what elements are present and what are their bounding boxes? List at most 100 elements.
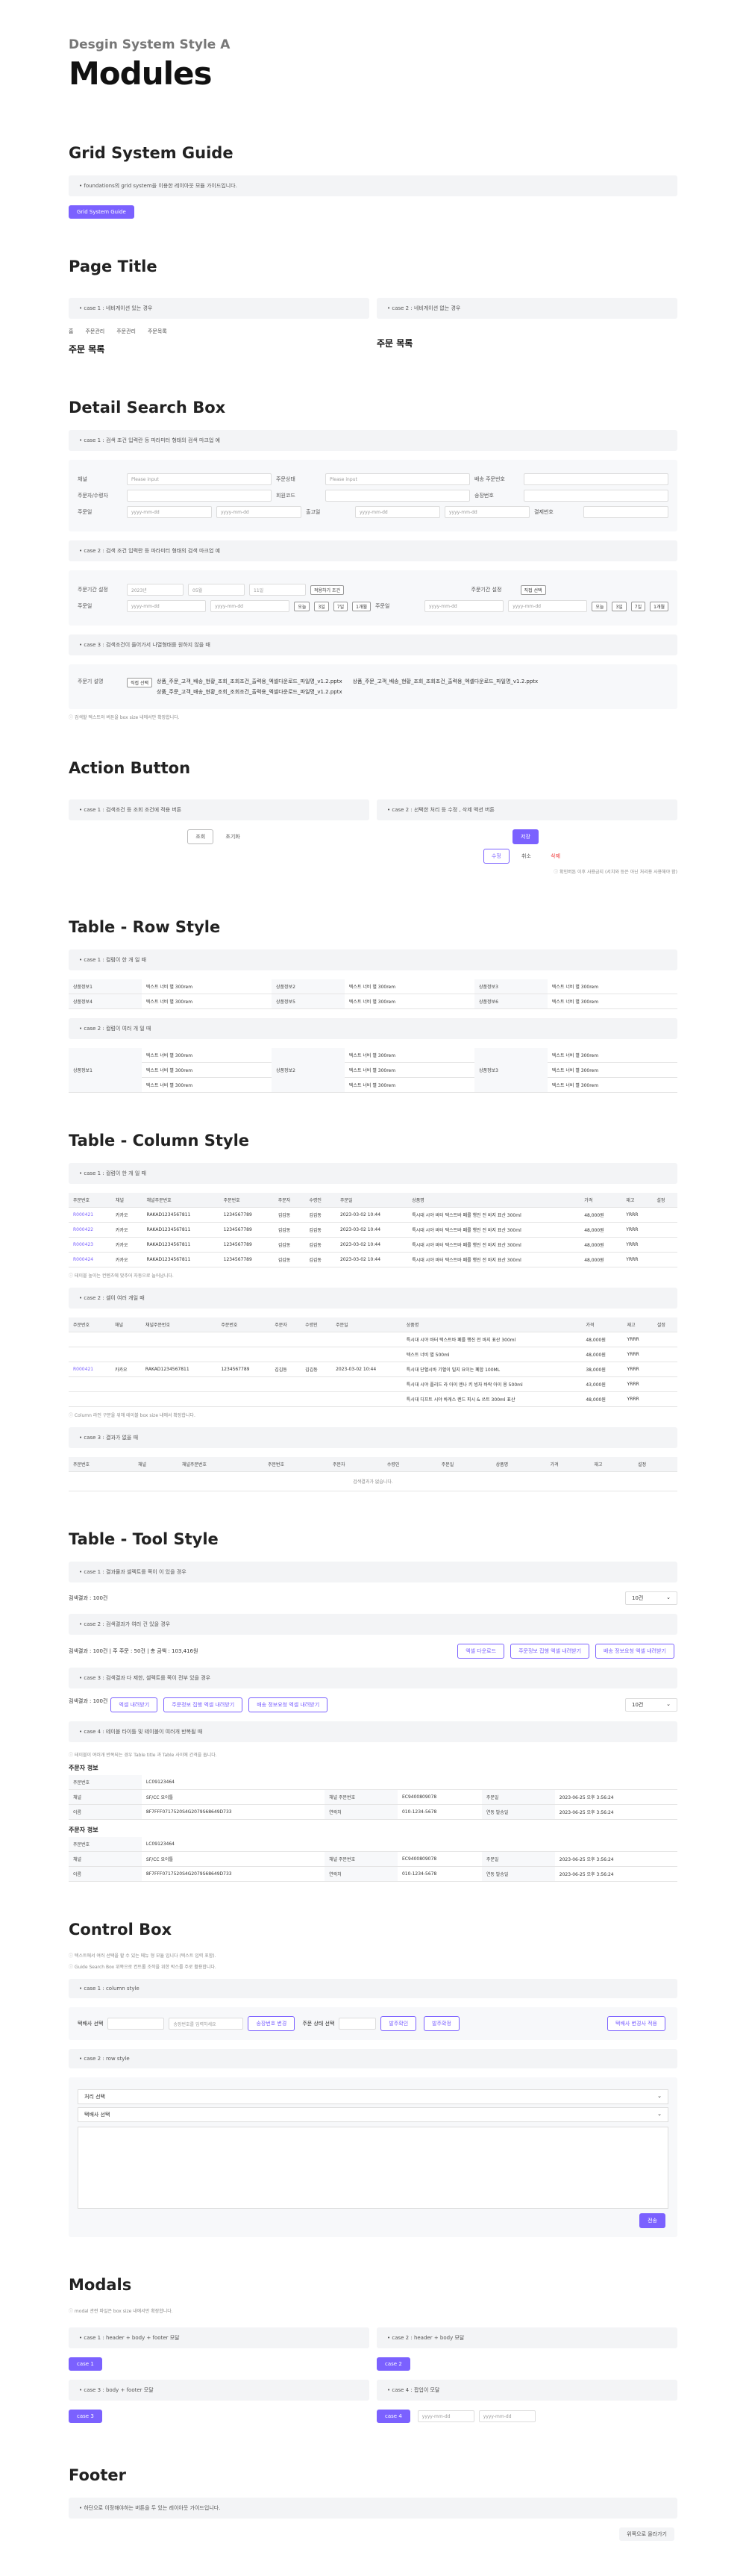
direct-check[interactable]: 직접 선택 — [520, 584, 546, 595]
payment-input[interactable] — [583, 506, 668, 518]
date-input[interactable]: yyyy-mm-dd — [417, 2410, 474, 2422]
courier-select[interactable]: 택배사 선택 ⌄ — [78, 2107, 668, 2122]
row-label: 상품정보5 — [272, 994, 345, 1009]
process-select[interactable]: 처리 선택 ⌄ — [78, 2089, 668, 2104]
col-note-2: Column 라인 구분을 위해 테이블 box size 내에서 확장합니다. — [69, 1412, 677, 1418]
confirm-button[interactable]: 발주확인 — [380, 2016, 417, 2031]
status-select[interactable]: Please input — [325, 473, 470, 485]
order-link[interactable] — [69, 1347, 110, 1362]
order-link[interactable] — [69, 1391, 110, 1407]
date-input[interactable]: yyyy-mm-dd — [127, 506, 212, 518]
table-cell: 1234567789 — [219, 1222, 274, 1238]
invoice-input[interactable] — [524, 490, 668, 502]
table-cell: 김김동 — [273, 1222, 305, 1238]
finalize-button[interactable]: 발주확정 — [424, 2016, 460, 2031]
info-table: 주문번호 LC09123464 채널 SF/CC 요이틀 채널 주문번호 EC94008… — [69, 1837, 677, 1882]
column-header: 설정 — [652, 1317, 677, 1332]
modal-1-button[interactable]: case 1 — [69, 2357, 102, 2371]
modal-2-button[interactable]: case 2 — [377, 2357, 410, 2371]
date-input[interactable]: yyyy-mm-dd — [216, 506, 301, 518]
scroll-top-button[interactable]: 위쪽으로 올라가기 — [619, 2527, 674, 2541]
orderer-input[interactable] — [127, 490, 272, 502]
page-size-select[interactable]: 10건 ⌄ — [625, 1698, 677, 1712]
order-excel-button[interactable]: 주문정보 집행 엑셀 내려받기 — [163, 1697, 243, 1712]
courier-select[interactable] — [107, 2018, 165, 2030]
order-link[interactable]: R000421 — [69, 1362, 110, 1377]
apply-courier-button[interactable]: 택배사 변경사 적용 — [607, 2016, 665, 2031]
table-cell: RAKAD1234567811 — [142, 1252, 219, 1267]
quick-7d[interactable]: 7일 — [333, 601, 348, 611]
excel-download-button[interactable]: 엑셀 다운로드 — [457, 1644, 505, 1659]
ship-excel-button[interactable]: 배송 정보요청 엑셀 내려받기 — [248, 1697, 328, 1712]
quick-3d[interactable]: 3일 — [612, 601, 627, 611]
order-no-input[interactable] — [524, 473, 668, 485]
ship-excel-button[interactable]: 배송 정보요청 엑셀 내려받기 — [595, 1644, 674, 1659]
breadcrumb-item[interactable]: 주문관리 — [116, 328, 136, 335]
control-note-2: Guide Search Box 위쪽으로 컨트롤 조작을 위한 박스를 주로 … — [69, 1963, 677, 1970]
section-detail-search: Detail Search Box — [69, 399, 226, 417]
send-button[interactable]: 전송 — [639, 2213, 665, 2228]
apply-tag[interactable]: 적용하기 조건 — [310, 584, 345, 595]
breadcrumb-item[interactable]: 주문관리 — [85, 328, 104, 335]
row-value: 텍스트 너비 별 300rem — [344, 1077, 474, 1093]
order-link[interactable]: R000423 — [69, 1237, 111, 1253]
reset-button[interactable]: 초기화 — [218, 830, 248, 843]
quick-1m[interactable]: 1개월 — [650, 601, 668, 611]
order-link[interactable]: R000421 — [69, 1207, 111, 1223]
excel-download-button[interactable]: 엑셀 내려받기 — [110, 1697, 158, 1712]
modal-3-button[interactable]: case 3 — [69, 2410, 102, 2423]
date-input[interactable]: yyyy-mm-dd — [210, 600, 290, 612]
save-button[interactable]: 저장 — [513, 829, 539, 844]
row-value: 텍스트 너비 별 300rem — [141, 979, 272, 994]
info-label: 주문번호 — [69, 1837, 142, 1852]
table-cell: 특시대 단혈시바 기혈이 밀지 요이는 폐합 100ML — [401, 1362, 582, 1377]
direct-check[interactable]: 직접 선택 — [127, 678, 152, 687]
column-header: 가격 — [545, 1457, 590, 1472]
cancel-button[interactable]: 취소 — [514, 849, 539, 863]
file-chip[interactable]: 상품_주문_고객_배송_현황_조회_조회조건_출력용_엑셀다운로드_파일명_v1… — [353, 678, 539, 685]
channel-select[interactable]: Please input — [127, 473, 272, 485]
page-size-select[interactable]: 10건 ⌄ — [625, 1591, 677, 1605]
case-modal-2: case 2 : header + body 모달 — [377, 2327, 677, 2348]
day-select[interactable]: 11일 — [249, 584, 306, 596]
file-chip[interactable]: 상품_주문_고객_배송_현황_조회_조회조건_출력용_엑셀다운로드_파일명_v1… — [157, 678, 342, 685]
quick-7d[interactable]: 7일 — [630, 601, 646, 611]
date-input[interactable]: yyyy-mm-dd — [508, 600, 588, 612]
date-input[interactable]: yyyy-mm-dd — [355, 506, 440, 518]
quick-1m[interactable]: 1개월 — [352, 601, 371, 611]
invoice-input[interactable]: 송장번호를 입력하세요 — [169, 2018, 244, 2030]
row-label: 상품정보1 — [69, 1048, 142, 1093]
message-textarea[interactable] — [78, 2127, 668, 2209]
case-grid: foundations의 grid system을 이용한 레이아웃 모듈 가이… — [69, 175, 677, 196]
date-input[interactable]: yyyy-mm-dd — [478, 2410, 536, 2422]
quick-today[interactable]: 오늘 — [592, 601, 608, 611]
member-input[interactable] — [325, 490, 470, 502]
breadcrumb-item[interactable]: 홈 — [69, 328, 73, 335]
section-footer: Footer — [69, 2466, 126, 2484]
modal-4-button[interactable]: case 4 — [377, 2410, 410, 2423]
table-cell — [301, 1347, 332, 1362]
date-input[interactable]: yyyy-mm-dd — [445, 506, 530, 518]
col-table-2: 주문번호 채널 채널주문번호 주문번호 주문자 수령인 주문일 상품명 가격 재고 설정 특시대 시… — [69, 1317, 677, 1407]
quick-3d[interactable]: 3일 — [314, 601, 329, 611]
case-no-nav: case 2 : 네비게이션 없는 경우 — [377, 298, 677, 319]
breadcrumb-item[interactable]: 주문목록 — [148, 328, 167, 335]
invoice-change-button[interactable]: 송장번호 변경 — [248, 2016, 295, 2031]
order-excel-button[interactable]: 주문정보 집행 엑셀 내려받기 — [510, 1644, 590, 1659]
month-select[interactable]: 05월 — [188, 584, 245, 596]
status-select[interactable] — [339, 2018, 377, 2030]
date-input[interactable]: yyyy-mm-dd — [127, 600, 207, 612]
grid-guide-button[interactable]: Grid System Guide — [69, 205, 134, 219]
order-link[interactable] — [69, 1376, 110, 1392]
delete-button[interactable]: 삭제 — [543, 849, 568, 863]
order-link[interactable]: R000424 — [69, 1252, 111, 1267]
year-select[interactable]: 2023년 — [127, 584, 184, 596]
search-button[interactable]: 조회 — [187, 829, 214, 844]
file-chip[interactable]: 상품_주문_고객_배송_현황_조회_조회조건_출력용_엑셀다운로드_파일명_v1… — [157, 688, 342, 696]
quick-today[interactable]: 오늘 — [294, 601, 310, 611]
order-link[interactable]: R000422 — [69, 1222, 111, 1238]
edit-button[interactable]: 수정 — [483, 849, 510, 864]
date-input[interactable]: yyyy-mm-dd — [424, 600, 504, 612]
order-link[interactable] — [69, 1332, 110, 1347]
table-cell — [110, 1347, 141, 1362]
